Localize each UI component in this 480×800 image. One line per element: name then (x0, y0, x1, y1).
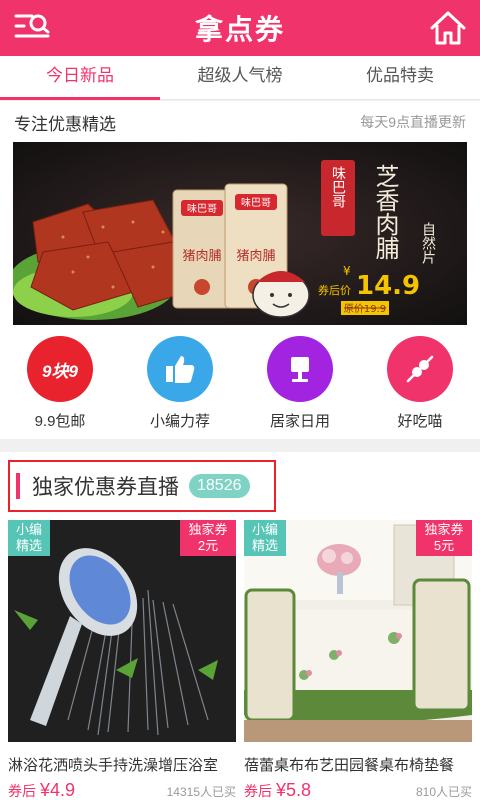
svg-text:味巴哥: 味巴哥 (241, 197, 271, 209)
tab-bar: 今日新品 超级人气榜 优品特卖 (0, 56, 480, 100)
price-row: 券后 ¥4.9 14315人已买 (8, 780, 236, 800)
home-button[interactable] (428, 8, 468, 48)
nine-nine-badge-icon: 9块9 (27, 336, 93, 402)
tab-today-new[interactable]: 今日新品 (0, 56, 160, 100)
svg-text:券后价: 券后价 (318, 283, 351, 297)
lamp-icon (267, 336, 333, 402)
price-label: 券后 (8, 783, 36, 799)
live-count-badge: 18526 (189, 474, 250, 498)
coupon-tag-value: 2元 (197, 538, 219, 553)
category-label: 9.9包邮 (34, 413, 86, 430)
live-coupon-section: 独家优惠券直播 18526 小编精选 独家券 2元 淋浴花洒喷头手持洗澡增压浴室… (0, 452, 480, 800)
menu-search-icon (14, 14, 50, 38)
coupon-tag-title: 独家券 (188, 522, 228, 537)
featured-section: 专注优惠精选 每天9点直播更新 味巴哥 味巴哥 猪肉脯 猪肉脯 味巴哥 芝香肉脯… (0, 101, 480, 439)
price-label: 券后 (244, 783, 272, 799)
svg-text:猪肉脯: 猪肉脯 (182, 249, 221, 264)
editor-pick-tag: 小编精选 (8, 520, 50, 556)
svg-text:¥: ¥ (343, 264, 351, 278)
svg-text:猪肉脯: 猪肉脯 (236, 249, 275, 264)
sold-count: 810人已买 (415, 785, 472, 799)
tab-quality-sale[interactable]: 优品特卖 (320, 56, 480, 99)
product-card[interactable]: 小编精选 独家券 5元 蓓蕾桌布布艺田园餐桌布椅垫餐 券后 ¥5.8 810人已… (244, 520, 472, 800)
featured-header: 专注优惠精选 每天9点直播更新 (0, 101, 480, 143)
app-header: 拿点券 (0, 0, 480, 56)
svg-text:味巴哥: 味巴哥 (330, 166, 346, 208)
price-row: 券后 ¥5.8 810人已买 (244, 780, 472, 800)
featured-title: 专注优惠精选 (14, 114, 116, 134)
product-name: 蓓蕾桌布布艺田园餐桌布椅垫餐 (244, 757, 455, 774)
svg-text:14.9: 14.9 (356, 271, 420, 301)
category-home-daily[interactable]: 居家日用 (240, 336, 360, 436)
page-title: 拿点券 (194, 14, 285, 45)
category-editor-picks[interactable]: 小编力荐 (120, 336, 240, 436)
product-price: ¥4.9 (40, 780, 76, 800)
category-tasty-food[interactable]: 好吃喵 (360, 336, 480, 436)
product-name: 淋浴花洒喷头手持洗澡增压浴室 (8, 757, 219, 774)
svg-text:自然片: 自然片 (420, 222, 436, 264)
category-label: 小编力荐 (149, 413, 210, 430)
product-card[interactable]: 小编精选 独家券 2元 淋浴花洒喷头手持洗澡增压浴室 券后 ¥4.9 14315… (8, 520, 236, 800)
category-nine-nine[interactable]: 9块9 9.9包邮 (0, 336, 120, 436)
svg-text:味巴哥: 味巴哥 (187, 203, 217, 215)
menu-search-button[interactable] (12, 10, 52, 46)
live-section-header: 独家优惠券直播 18526 (8, 460, 276, 512)
coupon-tag-title: 独家券 (424, 522, 464, 537)
exclusive-coupon-tag: 独家券 5元 (416, 520, 472, 556)
exclusive-coupon-tag: 独家券 2元 (180, 520, 236, 556)
tab-super-popular[interactable]: 超级人气榜 (160, 56, 320, 99)
product-price: ¥5.8 (276, 780, 312, 800)
category-label: 居家日用 (269, 413, 330, 430)
home-icon (430, 11, 466, 45)
product-grid: 小编精选 独家券 2元 淋浴花洒喷头手持洗澡增压浴室 券后 ¥4.9 14315… (0, 520, 480, 800)
section-accent-bar (16, 473, 20, 499)
update-note: 每天9点直播更新 (360, 114, 466, 130)
category-label: 好吃喵 (397, 413, 443, 430)
banner-artwork: 味巴哥 味巴哥 猪肉脯 猪肉脯 味巴哥 芝香肉脯 自然片 ¥ 券后价 14.9 (13, 142, 467, 325)
live-section-title: 独家优惠券直播 (32, 476, 179, 499)
thumbs-up-icon (147, 336, 213, 402)
promo-banner[interactable]: 味巴哥 味巴哥 猪肉脯 猪肉脯 味巴哥 芝香肉脯 自然片 ¥ 券后价 14.9 (13, 142, 467, 325)
svg-text:芝香肉脯: 芝香肉脯 (371, 164, 399, 260)
skewer-icon (387, 336, 453, 402)
svg-text:原价19.9: 原价19.9 (344, 303, 386, 315)
sold-count: 14315人已买 (166, 785, 236, 799)
editor-pick-tag: 小编精选 (244, 520, 286, 556)
coupon-tag-value: 5元 (433, 538, 455, 553)
category-row: 9块9 9.9包邮 小编力荐 居家日用 好吃喵 (0, 336, 480, 436)
